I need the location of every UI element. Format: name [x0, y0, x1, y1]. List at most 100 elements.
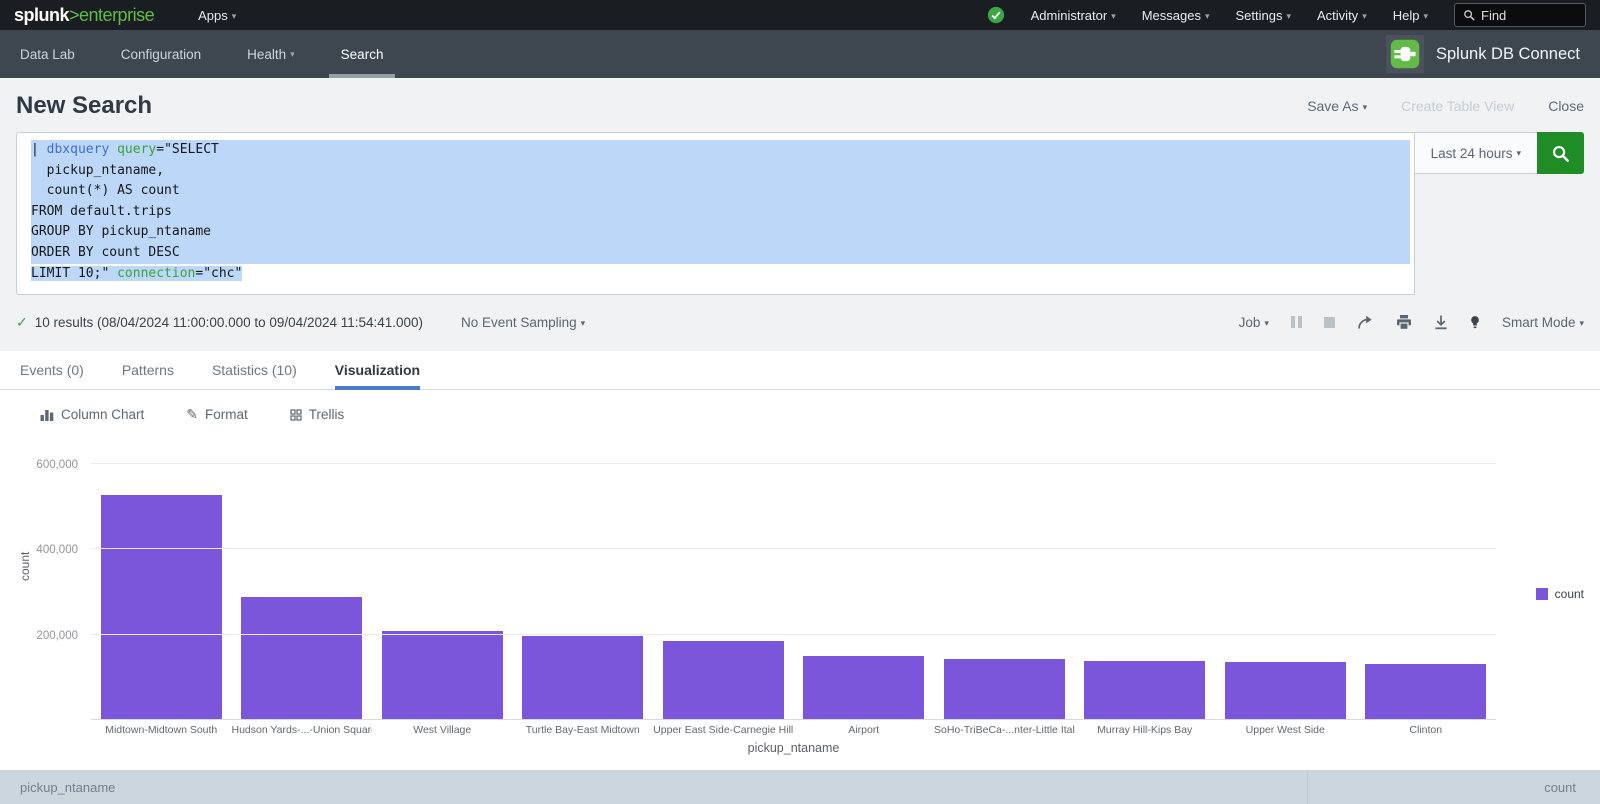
find-input[interactable]: [1481, 8, 1571, 23]
query-line: pickup_ntaname,: [31, 161, 1410, 182]
chevron-down-icon: ▾: [232, 11, 237, 21]
tab-visualization[interactable]: Visualization: [335, 351, 420, 389]
category-label: Clinton: [1356, 724, 1497, 736]
check-icon: ✓: [16, 314, 28, 331]
legend-swatch: [1536, 588, 1548, 600]
bar-8[interactable]: [1084, 661, 1205, 719]
bars-row: [91, 463, 1496, 719]
gridline: [91, 463, 1496, 464]
bar-7[interactable]: [944, 659, 1065, 719]
x-axis-title: pickup_ntaname: [91, 741, 1496, 755]
menu-help[interactable]: Help▾: [1393, 8, 1428, 23]
nav-data-lab-label: Data Lab: [20, 47, 75, 62]
status-check-icon[interactable]: [987, 6, 1005, 24]
column-header-count[interactable]: count: [1307, 770, 1600, 804]
column-header-pickup-ntaname[interactable]: pickup_ntaname: [0, 780, 1307, 795]
bar-5[interactable]: [663, 641, 784, 719]
menu-settings-label: Settings: [1236, 8, 1283, 23]
category-label: Upper West Side: [1215, 724, 1356, 736]
y-axis-tick-label: 200,000: [16, 630, 78, 642]
job-status-bar: ✓ 10 results (08/04/2024 11:00:00.000 to…: [16, 307, 1584, 337]
chevron-down-icon: ▾: [1111, 11, 1116, 21]
bar-slot: [794, 463, 935, 719]
query-line: GROUP BY pickup_ntaname: [31, 222, 1410, 243]
menu-activity-label: Activity: [1317, 8, 1358, 23]
query-line: FROM default.trips: [31, 202, 1410, 223]
category-labels: Midtown-Midtown SouthHudson Yards-...-Un…: [91, 724, 1496, 736]
run-search-button[interactable]: [1537, 132, 1584, 174]
bar-3[interactable]: [382, 631, 503, 719]
visualization-toolbar: Column Chart ✎ Format Trellis: [0, 390, 1600, 423]
statistics-table-header: pickup_ntaname count: [0, 770, 1600, 804]
bar-10[interactable]: [1365, 664, 1486, 719]
app-title: Splunk DB Connect: [1436, 45, 1580, 64]
nav-search[interactable]: Search: [341, 30, 384, 78]
nav-health-label: Health: [247, 47, 286, 62]
share-icon[interactable]: [1357, 315, 1374, 330]
tab-events-label: Events (0): [20, 362, 84, 378]
trellis-button[interactable]: Trellis: [290, 407, 345, 422]
search-mode-menu[interactable]: Smart Mode▾: [1502, 315, 1584, 330]
category-label: SoHo-TriBeCa-...nter-Little Italy: [934, 724, 1075, 736]
bar-slot: [513, 463, 654, 719]
find-search-box[interactable]: [1454, 3, 1586, 27]
brand-separator: >: [69, 5, 79, 26]
tab-patterns[interactable]: Patterns: [122, 351, 174, 389]
nav-search-label: Search: [341, 47, 384, 62]
query-line: ORDER BY count DESC: [31, 243, 1410, 264]
lightbulb-icon: [1470, 315, 1480, 330]
nav-configuration[interactable]: Configuration: [121, 30, 201, 78]
pause-icon[interactable]: [1291, 316, 1302, 328]
event-sampling-menu[interactable]: No Event Sampling▾: [461, 315, 585, 330]
bar-1[interactable]: [101, 495, 222, 719]
results-summary: 10 results (08/04/2024 11:00:00.000 to 0…: [35, 315, 423, 330]
top-system-bar: splunk>enterprise Apps ▾ Administrator▾ M…: [0, 0, 1600, 30]
menu-messages[interactable]: Messages▾: [1142, 8, 1210, 23]
brand-name: splunk: [14, 5, 69, 26]
chart-plot: [91, 463, 1496, 720]
close-button[interactable]: Close: [1548, 98, 1584, 114]
print-icon[interactable]: [1396, 315, 1412, 330]
save-as-button[interactable]: Save As ▾: [1307, 98, 1367, 114]
save-as-label: Save As: [1307, 98, 1358, 114]
tab-statistics[interactable]: Statistics (10): [212, 351, 297, 389]
nav-health[interactable]: Health ▾: [247, 30, 295, 78]
search-mode-label: Smart Mode: [1502, 315, 1576, 330]
tab-events[interactable]: Events (0): [20, 351, 84, 389]
chevron-down-icon: ▾: [1205, 11, 1210, 21]
menu-settings[interactable]: Settings▾: [1236, 8, 1292, 23]
chevron-down-icon: ▾: [581, 318, 586, 328]
splunk-logo[interactable]: splunk>enterprise: [14, 5, 154, 26]
menu-administrator[interactable]: Administrator▾: [1031, 8, 1116, 23]
apps-menu[interactable]: Apps ▾: [198, 8, 236, 23]
chart-legend[interactable]: count: [1536, 587, 1584, 601]
bar-slot: [232, 463, 373, 719]
apps-menu-label: Apps: [198, 8, 228, 23]
results-tabs: Events (0) Patterns Statistics (10) Visu…: [0, 351, 1600, 390]
search-query-input[interactable]: | dbxquery query="SELECT pickup_ntaname,…: [16, 132, 1415, 295]
create-table-view-button: Create Table View: [1401, 98, 1514, 114]
bar-slot: [1215, 463, 1356, 719]
chevron-down-icon: ▾: [290, 49, 295, 60]
job-controls: Job▾ Smart Mode▾: [1239, 315, 1584, 330]
job-menu[interactable]: Job▾: [1239, 315, 1269, 330]
tab-patterns-label: Patterns: [122, 362, 174, 378]
bar-9[interactable]: [1225, 662, 1346, 719]
menu-activity[interactable]: Activity▾: [1317, 8, 1367, 23]
bar-2[interactable]: [241, 597, 362, 719]
bar-slot: [1075, 463, 1216, 719]
chart-type-picker[interactable]: Column Chart: [40, 407, 144, 422]
format-button[interactable]: ✎ Format: [186, 406, 248, 423]
y-axis-tick-label: 600,000: [16, 459, 78, 471]
bar-4[interactable]: [522, 636, 643, 719]
time-range-picker[interactable]: Last 24 hours▾: [1414, 132, 1538, 174]
chevron-down-icon: ▾: [1363, 102, 1368, 112]
nav-data-lab[interactable]: Data Lab: [20, 30, 75, 78]
download-icon[interactable]: [1434, 315, 1448, 330]
legend-label: count: [1555, 587, 1584, 601]
stop-icon[interactable]: [1324, 317, 1335, 328]
trellis-grid-icon: [290, 409, 302, 421]
search-bar: | dbxquery query="SELECT pickup_ntaname,…: [16, 132, 1584, 295]
category-label: West Village: [372, 724, 513, 736]
bar-6[interactable]: [803, 656, 924, 719]
